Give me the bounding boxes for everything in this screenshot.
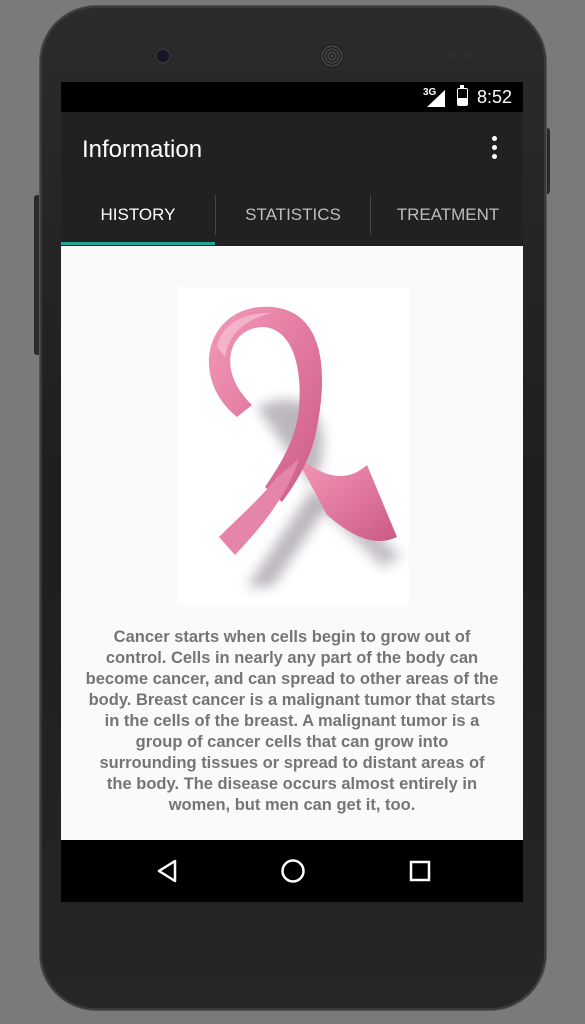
tab-label: STATISTICS bbox=[245, 205, 341, 224]
tab-bar: HISTORY STATISTICS TREATMENT bbox=[61, 192, 523, 246]
tab-statistics[interactable]: STATISTICS bbox=[216, 192, 370, 246]
recents-square-icon[interactable] bbox=[406, 857, 434, 885]
page-title: Information bbox=[82, 136, 203, 163]
status-time: 8:52 bbox=[477, 87, 513, 107]
screen: 3G 8:52 Information HISTORY STATISTICS T… bbox=[61, 82, 523, 902]
history-text: Cancer starts when cells begin to grow o… bbox=[85, 628, 499, 814]
tab-treatment[interactable]: TREATMENT bbox=[371, 192, 523, 246]
signal-icon bbox=[427, 90, 445, 107]
tab-indicator bbox=[61, 242, 215, 245]
tab-history[interactable]: HISTORY bbox=[61, 192, 215, 246]
tab-label: TREATMENT bbox=[396, 205, 500, 224]
more-vert-icon[interactable] bbox=[486, 136, 502, 162]
battery-icon bbox=[457, 85, 468, 106]
app-bar: Information HISTORY STATISTICS TREATMENT bbox=[61, 112, 523, 246]
home-circle-icon[interactable] bbox=[279, 857, 307, 885]
tab-label: HISTORY bbox=[100, 205, 176, 224]
light-sensor bbox=[466, 52, 473, 59]
back-triangle-icon[interactable] bbox=[153, 857, 181, 885]
proximity-sensor bbox=[448, 52, 455, 59]
front-camera bbox=[157, 50, 169, 62]
earpiece-speaker bbox=[320, 44, 344, 68]
status-bar: 3G 8:52 bbox=[61, 82, 523, 112]
pink-ribbon-image bbox=[177, 287, 409, 605]
navigation-bar bbox=[61, 840, 523, 902]
